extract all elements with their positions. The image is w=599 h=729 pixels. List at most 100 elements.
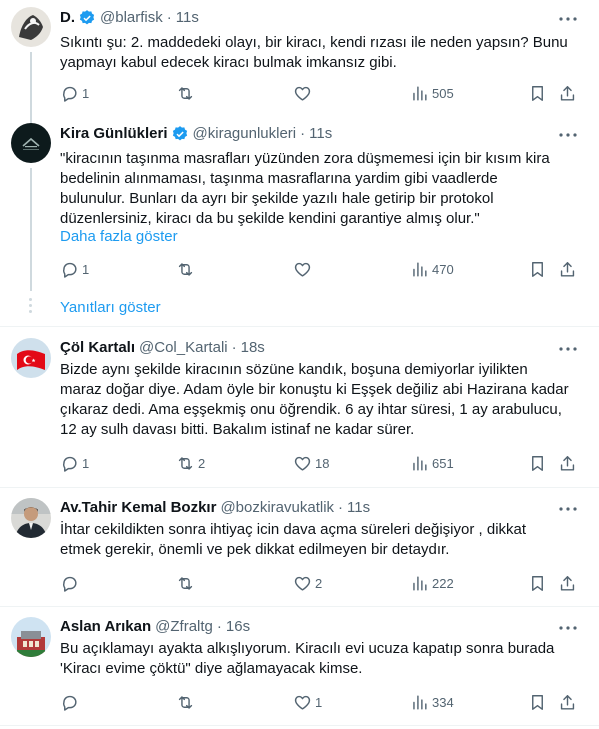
bookmark-button[interactable] — [528, 453, 547, 473]
tweet-text: İhtar cekildikten sonra ihtiyaç icin dav… — [60, 520, 577, 560]
author-handle[interactable]: @bozkiravukatlik — [220, 498, 334, 518]
show-more-link[interactable]: Daha fazla göster — [60, 227, 178, 247]
views-button[interactable]: 470 — [410, 259, 454, 279]
divider — [0, 326, 599, 327]
timestamp[interactable]: 11s — [176, 8, 199, 28]
share-button[interactable] — [558, 692, 577, 712]
divider — [0, 487, 599, 488]
share-button[interactable] — [558, 83, 577, 103]
bookmark-icon — [532, 261, 543, 277]
heart-icon — [294, 86, 311, 101]
analytics-icon — [413, 455, 427, 471]
retweet-icon — [178, 576, 193, 590]
avatar[interactable] — [11, 123, 51, 163]
tweet-text-content: Bizde aynı şekilde kiracının sözüne kand… — [60, 361, 569, 438]
tweet-header: Aslan Arıkan @Zfraltg · 16s — [60, 617, 250, 637]
views-button[interactable]: 222 — [410, 573, 454, 593]
show-replies-link[interactable]: Yanıtları göster — [60, 298, 161, 318]
timestamp[interactable]: 11s — [347, 498, 370, 518]
more-options-icon[interactable] — [559, 126, 577, 144]
reply-count: 1 — [82, 261, 90, 277]
avatar[interactable] — [11, 617, 51, 657]
author-handle[interactable]: @blarfisk — [100, 8, 163, 28]
like-button[interactable] — [293, 83, 315, 103]
like-button[interactable] — [293, 259, 315, 279]
more-options-icon[interactable] — [559, 10, 577, 28]
views-button[interactable]: 505 — [410, 83, 454, 103]
thread-ellipsis — [29, 298, 33, 316]
more-options-icon[interactable] — [559, 340, 577, 358]
views-button[interactable]: 334 — [410, 692, 454, 712]
retweet-button[interactable] — [176, 573, 198, 593]
bookmark-button[interactable] — [528, 692, 547, 712]
heart-icon — [294, 576, 311, 591]
bookmark-icon — [532, 694, 543, 710]
retweet-icon — [178, 86, 193, 100]
share-icon — [560, 455, 575, 471]
reply-button[interactable]: 1 — [60, 259, 89, 279]
share-button[interactable] — [558, 453, 577, 473]
divider — [0, 725, 599, 726]
reply-icon — [63, 86, 77, 102]
retweet-button[interactable] — [176, 259, 198, 279]
bookmark-icon — [532, 455, 543, 471]
bookmark-button[interactable] — [528, 573, 547, 593]
retweet-button[interactable] — [176, 83, 198, 103]
avatar[interactable] — [11, 338, 51, 378]
action-bar: 1 505 — [60, 83, 580, 103]
timestamp[interactable]: 16s — [226, 617, 250, 637]
reply-button[interactable] — [60, 573, 82, 593]
separator-dot: · — [166, 9, 172, 26]
view-count: 222 — [432, 575, 454, 591]
bookmark-button[interactable] — [528, 83, 547, 103]
view-count: 505 — [432, 85, 454, 101]
reply-button[interactable]: 1 — [60, 453, 89, 473]
like-count: 18 — [315, 455, 330, 471]
reply-button[interactable] — [60, 692, 82, 712]
timestamp[interactable]: 11s — [309, 124, 332, 144]
tweet-text: "kiracının taşınma masrafları yüzünden z… — [60, 149, 577, 229]
more-options-icon[interactable] — [559, 500, 577, 518]
author-name[interactable]: D. — [60, 8, 75, 28]
views-button[interactable]: 651 — [410, 453, 454, 473]
more-options-icon[interactable] — [559, 619, 577, 637]
view-count: 470 — [432, 261, 454, 277]
author-name[interactable]: Av.Tahir Kemal Bozkır — [60, 498, 216, 518]
like-count: 1 — [315, 694, 323, 710]
share-button[interactable] — [558, 259, 577, 279]
tweet-header: Kira Günlükleri @kiragunlukleri · 11s — [60, 124, 332, 144]
thread-connector — [30, 168, 32, 291]
reply-button[interactable]: 1 — [60, 83, 89, 103]
separator-dot: · — [231, 339, 237, 356]
share-icon — [560, 575, 575, 591]
like-button[interactable]: 1 — [293, 692, 322, 712]
reply-icon — [63, 456, 77, 472]
bookmark-button[interactable] — [528, 259, 547, 279]
author-handle[interactable]: @Zfraltg — [155, 617, 213, 637]
author-handle[interactable]: @kiragunlukleri — [193, 124, 297, 144]
thread-connector — [30, 52, 32, 110]
avatar[interactable] — [11, 7, 51, 47]
retweet-button[interactable]: 2 — [176, 453, 205, 473]
share-button[interactable] — [558, 573, 577, 593]
author-name[interactable]: Çöl Kartalı — [60, 338, 135, 358]
tweet-header: Çöl Kartalı @Col_Kartali · 18s — [60, 338, 265, 358]
like-button[interactable]: 2 — [293, 573, 322, 593]
avatar[interactable] — [11, 498, 51, 538]
retweet-count: 2 — [198, 455, 206, 471]
author-handle[interactable]: @Col_Kartali — [139, 338, 228, 358]
like-button[interactable]: 18 — [293, 453, 329, 473]
tweet-text-content: "kiracının taşınma masrafları yüzünden z… — [60, 150, 550, 227]
author-name[interactable]: Kira Günlükleri — [60, 124, 168, 144]
timestamp[interactable]: 18s — [241, 338, 265, 358]
tweet-text-content: Bu açıklamayı ayakta alkışlıyorum. Kirac… — [60, 640, 555, 677]
action-bar: 1 2 18 651 — [60, 453, 580, 473]
author-name[interactable]: Aslan Arıkan — [60, 617, 151, 637]
separator-dot: · — [338, 499, 344, 516]
retweet-button[interactable] — [176, 692, 198, 712]
share-icon — [560, 694, 575, 710]
retweet-icon — [178, 456, 193, 470]
thread-connector — [30, 110, 32, 123]
view-count: 651 — [432, 455, 454, 471]
retweet-icon — [178, 262, 193, 276]
